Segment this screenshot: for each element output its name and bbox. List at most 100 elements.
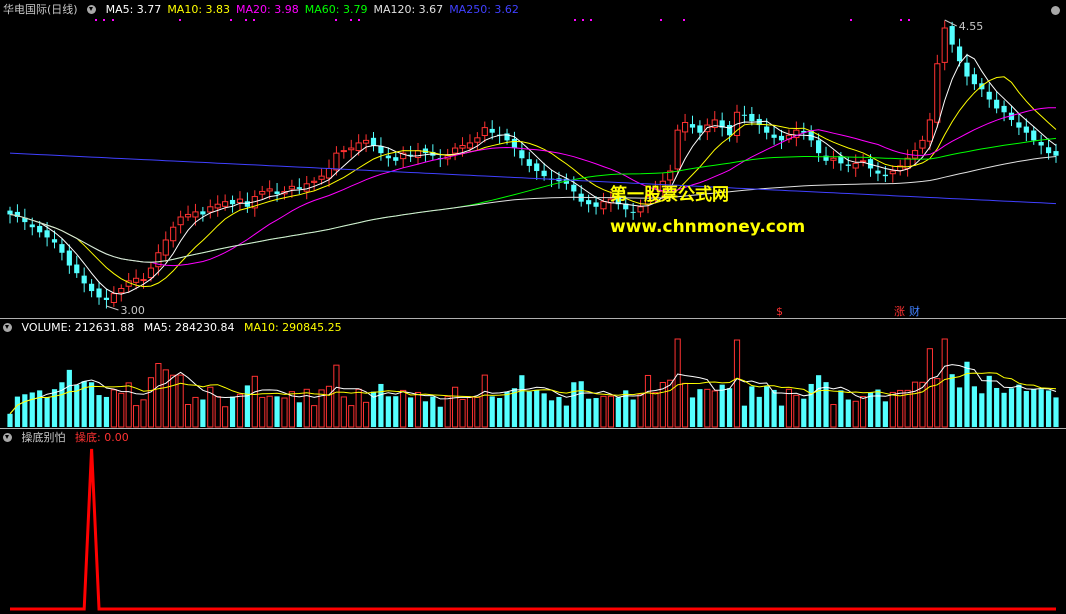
volume-bar xyxy=(689,397,696,427)
volume-bar xyxy=(422,401,429,427)
signal-dot xyxy=(574,19,576,21)
candle-body xyxy=(214,203,221,209)
volume-bar xyxy=(711,390,718,428)
volume-bar xyxy=(534,389,540,427)
candle-body xyxy=(355,142,362,152)
candle-body xyxy=(370,137,377,146)
candle-body xyxy=(704,124,711,133)
candle-body xyxy=(637,206,644,213)
volume-bar xyxy=(118,392,125,428)
volume-bar xyxy=(867,392,874,427)
volume-bar xyxy=(911,381,919,428)
candle-body xyxy=(44,230,50,238)
signal-dot xyxy=(358,19,360,21)
volume-bar xyxy=(44,397,50,427)
candle-body xyxy=(860,160,867,163)
candle-body xyxy=(325,167,333,179)
volume-bar xyxy=(771,389,777,427)
volume-bar xyxy=(541,393,547,427)
volume-bar xyxy=(971,386,977,427)
candle-body xyxy=(333,152,340,171)
signal-dot xyxy=(103,19,105,21)
volume-bar xyxy=(519,375,525,427)
candle-body xyxy=(593,202,599,207)
candle-body xyxy=(956,46,963,62)
volume-panel[interactable]: VOLUME: 212631.88 MA5: 284230.84 MA10: 2… xyxy=(0,319,1066,428)
volume-bar xyxy=(637,393,644,428)
candle-body xyxy=(845,164,851,166)
candle-body xyxy=(59,244,65,253)
candle-body xyxy=(7,210,13,215)
volume-bar xyxy=(474,396,481,428)
candle-body xyxy=(964,62,970,77)
candle-body xyxy=(29,224,35,228)
volume-bar xyxy=(681,382,689,428)
candle-body xyxy=(949,26,955,45)
volume-bar xyxy=(96,395,102,427)
indicator-chart xyxy=(10,448,1056,611)
volume-bar xyxy=(934,378,941,428)
volume-bar xyxy=(348,405,355,428)
volume-bar xyxy=(852,400,859,428)
high-label: 4.55 xyxy=(959,20,984,33)
indicator-panel[interactable]: 操底别怕 操底: 0.00 xyxy=(0,429,1066,614)
volume-bar xyxy=(355,388,362,428)
candle-body xyxy=(474,137,481,143)
volume-bar xyxy=(481,374,488,428)
candle-body xyxy=(184,213,192,218)
volume-bar xyxy=(778,405,785,427)
price-panel[interactable]: 华电国际(日线) MA5: 3.77 MA10: 3.83 MA20: 3.98 MA… xyxy=(0,0,1066,318)
volume-bar xyxy=(1045,390,1052,427)
candle-body xyxy=(118,288,125,294)
volume-bar xyxy=(222,406,229,428)
candle-body xyxy=(749,113,755,122)
candle-body xyxy=(911,150,919,159)
volume-bar xyxy=(497,398,503,427)
volume-bar xyxy=(378,383,384,427)
volume-bar xyxy=(860,396,867,428)
candle-body xyxy=(274,191,280,195)
volume-bar xyxy=(444,396,451,428)
candle-body xyxy=(481,127,488,136)
candle-body xyxy=(1023,126,1029,133)
volume-bar xyxy=(830,404,837,428)
volume-bar xyxy=(733,339,741,428)
candle-body xyxy=(459,144,466,149)
signal-dot xyxy=(230,19,232,21)
volume-bar xyxy=(593,398,599,427)
candle-body xyxy=(222,201,229,207)
volume-bar xyxy=(793,394,800,428)
candle-body xyxy=(534,163,540,172)
volume-bar xyxy=(994,387,1000,427)
high-pointer xyxy=(944,19,957,27)
signal-line xyxy=(10,448,1056,611)
volume-bar xyxy=(466,396,474,428)
volume-bar xyxy=(103,396,110,427)
volume-bar xyxy=(838,390,844,427)
volume-bar xyxy=(816,375,822,427)
candle-body xyxy=(266,188,273,192)
volume-bar xyxy=(571,382,577,427)
candle-body xyxy=(1053,151,1059,156)
volume-bar xyxy=(362,401,370,428)
candle-body xyxy=(288,185,295,190)
volume-bar xyxy=(667,379,674,428)
volume-bar xyxy=(22,394,28,427)
candle-body xyxy=(689,124,696,128)
volume-bar xyxy=(630,399,636,427)
signal-dot xyxy=(908,19,910,21)
signal-dot xyxy=(850,19,852,21)
volume-bar xyxy=(244,385,250,427)
candle-body xyxy=(541,170,547,177)
volume-chart xyxy=(7,338,1059,428)
volume-bar xyxy=(586,398,592,427)
volume-bar xyxy=(511,388,518,427)
low-label: 3.00 xyxy=(120,304,145,317)
candle-body xyxy=(1031,130,1037,141)
volume-bar xyxy=(430,396,436,427)
volume-bar xyxy=(200,399,206,427)
candle-body xyxy=(393,157,399,161)
candle-body xyxy=(362,139,370,144)
volume-bar xyxy=(600,395,607,428)
candle-body xyxy=(852,162,859,169)
